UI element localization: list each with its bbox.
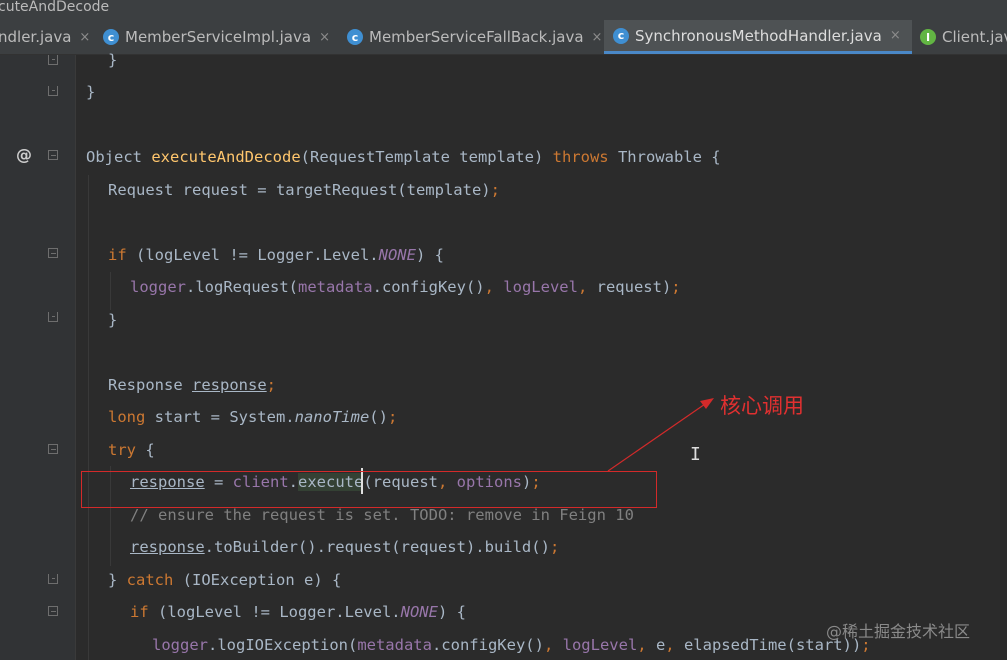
annotation-arrow <box>607 398 714 472</box>
arrow-head <box>700 398 714 409</box>
watermark: @稀土掘金技术社区 <box>826 622 971 641</box>
annotation-label: 核心调用 <box>720 394 804 418</box>
ibeam-cursor-icon: I <box>690 444 701 465</box>
